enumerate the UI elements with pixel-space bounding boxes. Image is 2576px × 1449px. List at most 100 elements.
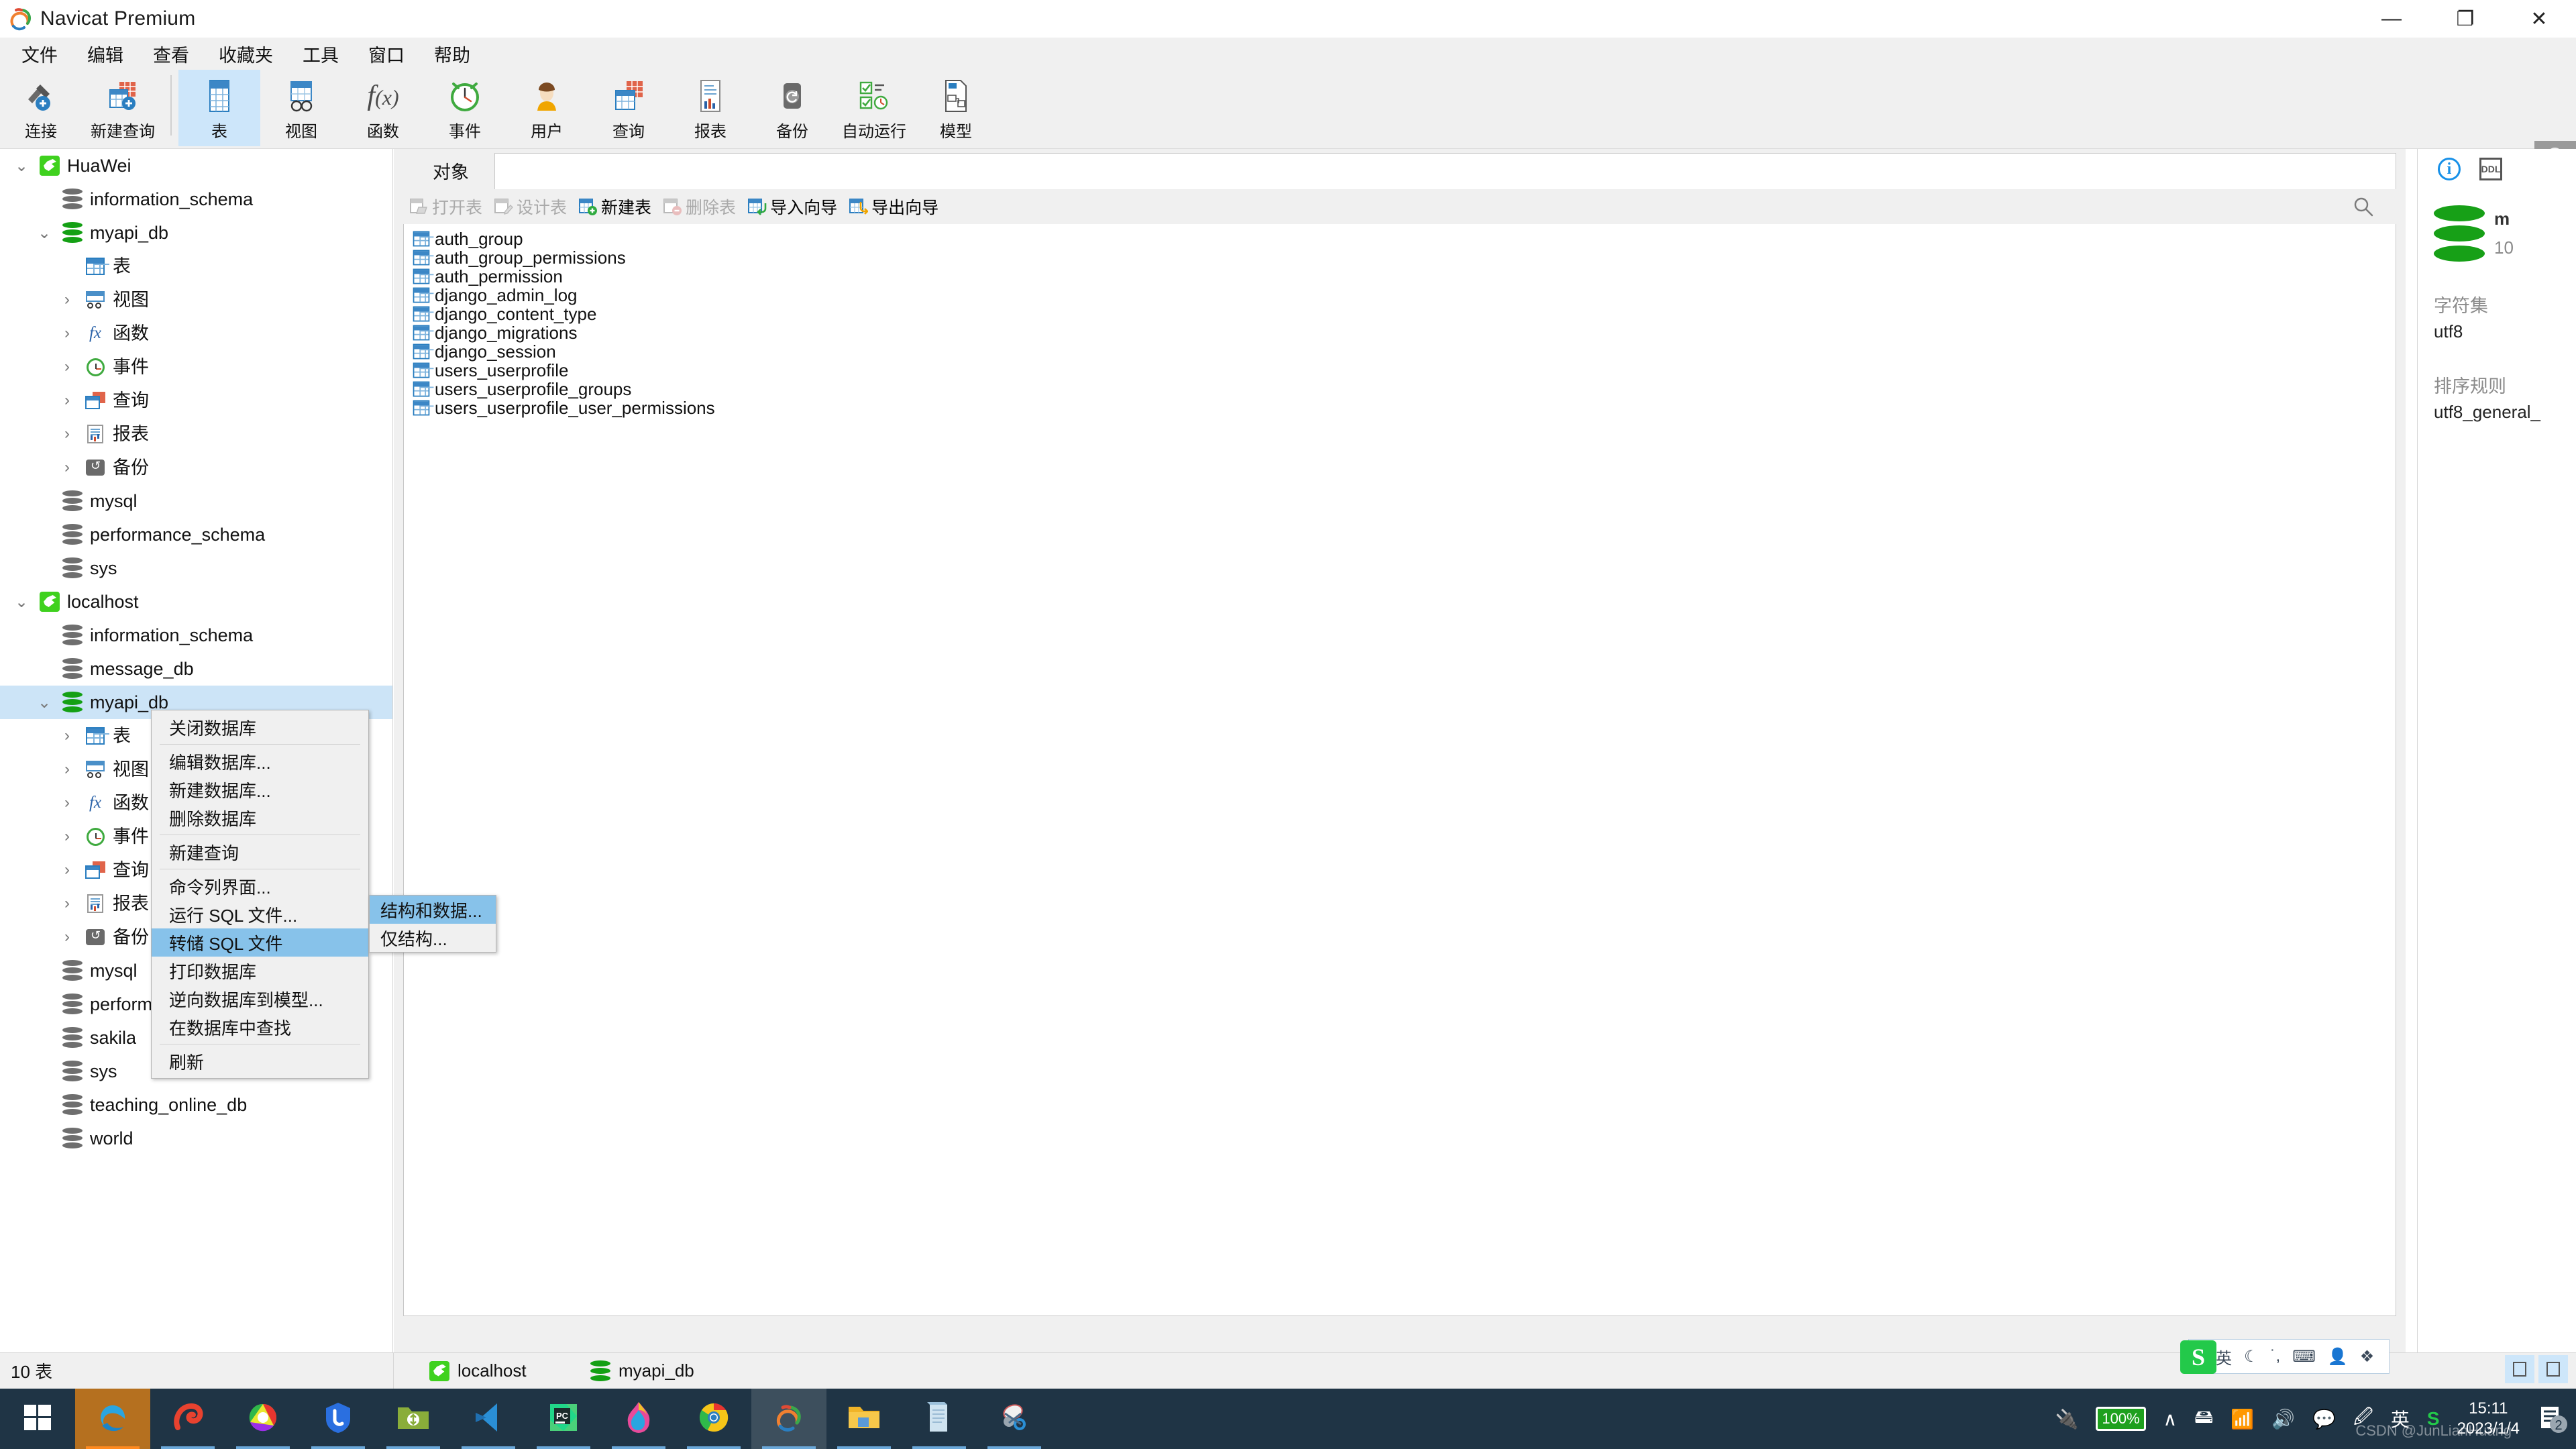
context-menu-item[interactable]: 编辑数据库... bbox=[152, 747, 368, 775]
chevron-down-icon[interactable]: ⌄ bbox=[30, 223, 59, 243]
tree-node-teaching_online_db[interactable]: teaching_online_db bbox=[0, 1088, 392, 1122]
ime-floating-bar[interactable]: 英 ☾ ˙, ⌨ 👤 ❖ bbox=[2188, 1339, 2390, 1374]
app-spiral-button[interactable] bbox=[150, 1389, 225, 1449]
toolbar-table-button[interactable]: 表 bbox=[178, 70, 260, 146]
context-menu-item[interactable]: 打印数据库 bbox=[152, 957, 368, 985]
context-menu-item[interactable]: 转储 SQL 文件 bbox=[152, 928, 368, 957]
tree-node-[interactable]: › 视图 bbox=[0, 283, 392, 317]
table-list[interactable]: auth_group auth_group_permissions auth_per… bbox=[403, 224, 2396, 1316]
menu-item-edit[interactable]: 编辑 bbox=[72, 38, 138, 70]
delete-table-button[interactable]: 删除表 bbox=[659, 193, 740, 221]
table-list-item[interactable]: django_admin_log bbox=[404, 285, 2396, 305]
chevron-right-icon[interactable]: › bbox=[52, 358, 82, 376]
chevron-right-icon[interactable]: › bbox=[52, 928, 82, 947]
ime-keyboard-icon[interactable]: ⌨ bbox=[2292, 1347, 2316, 1366]
chevron-down-icon[interactable]: ⌄ bbox=[7, 156, 36, 176]
toolbar-backup-button[interactable]: 备份 bbox=[751, 70, 833, 146]
layout-left-button[interactable] bbox=[2505, 1355, 2534, 1383]
table-list-item[interactable]: auth_group bbox=[404, 229, 2396, 249]
menu-item-window[interactable]: 窗口 bbox=[354, 38, 419, 70]
table-list-item[interactable]: users_userprofile_user_permissions bbox=[404, 398, 2396, 418]
toolbar-query-button[interactable]: 查询 bbox=[588, 70, 669, 146]
tree-node-[interactable]: › 备份 bbox=[0, 451, 392, 484]
tree-node-[interactable]: › 查询 bbox=[0, 384, 392, 417]
table-list-item[interactable]: django_migrations bbox=[404, 323, 2396, 343]
menu-item-tools[interactable]: 工具 bbox=[288, 38, 354, 70]
database-context-menu[interactable]: 关闭数据库 编辑数据库... 新建数据库... 删除数据库 新建查询 命令列界面... 运行… bbox=[151, 710, 369, 1079]
toolbar-new-query-button[interactable]: 新建查询 bbox=[82, 70, 164, 146]
toolbar-automation-button[interactable]: 自动运行 bbox=[833, 70, 915, 146]
table-list-item[interactable]: django_session bbox=[404, 341, 2396, 362]
ime-apps-icon[interactable]: ❖ bbox=[2360, 1347, 2375, 1366]
chevron-down-icon[interactable]: ⌄ bbox=[7, 592, 36, 612]
tree-node-[interactable]: › 报表 bbox=[0, 417, 392, 451]
chevron-right-icon[interactable]: › bbox=[52, 458, 82, 477]
snip-button[interactable] bbox=[977, 1389, 1052, 1449]
app-color-button[interactable] bbox=[225, 1389, 301, 1449]
context-menu-item[interactable]: 删除数据库 bbox=[152, 804, 368, 832]
ime-moon-icon[interactable]: ☾ bbox=[2244, 1347, 2259, 1366]
tree-node-performance_schema[interactable]: performance_schema bbox=[0, 518, 392, 551]
menu-item-view[interactable]: 查看 bbox=[138, 38, 204, 70]
ime-lang-toggle[interactable]: 英 bbox=[2216, 1345, 2232, 1368]
notification-center-icon[interactable]: 2 bbox=[2537, 1401, 2568, 1436]
tree-node-[interactable]: › fx 函数 bbox=[0, 317, 392, 350]
chevron-right-icon[interactable]: › bbox=[52, 425, 82, 443]
dump-sql-submenu[interactable]: 结构和数据... 仅结构... bbox=[369, 895, 496, 953]
design-table-button[interactable]: 设计表 bbox=[490, 193, 571, 221]
tree-node-sys[interactable]: sys bbox=[0, 551, 392, 585]
chevron-down-icon[interactable]: ⌄ bbox=[30, 693, 59, 712]
context-menu-item[interactable]: 关闭数据库 bbox=[152, 713, 368, 741]
info-icon[interactable]: i bbox=[2438, 158, 2461, 180]
chevron-right-icon[interactable]: › bbox=[52, 861, 82, 879]
app-folder-button[interactable] bbox=[376, 1389, 451, 1449]
tree-node-message_db[interactable]: message_db bbox=[0, 652, 392, 686]
vscode-button[interactable] bbox=[451, 1389, 526, 1449]
chevron-right-icon[interactable]: › bbox=[52, 290, 82, 309]
notepad-button[interactable] bbox=[902, 1389, 977, 1449]
menu-item-favorites[interactable]: 收藏夹 bbox=[204, 38, 288, 70]
maximize-button[interactable]: ❐ bbox=[2428, 0, 2502, 38]
tree-node-localhost[interactable]: ⌄ localhost bbox=[0, 585, 392, 619]
sogou-ime-icon[interactable]: S bbox=[2180, 1340, 2216, 1374]
context-menu-item[interactable]: 运行 SQL 文件... bbox=[152, 900, 368, 928]
menu-item-file[interactable]: 文件 bbox=[7, 38, 72, 70]
toolbar-connection-button[interactable]: 连接 bbox=[0, 70, 82, 146]
battery-icon[interactable]: 100% bbox=[2096, 1407, 2146, 1431]
toolbar-user-button[interactable]: 用户 bbox=[506, 70, 588, 146]
chevron-right-icon[interactable]: › bbox=[52, 727, 82, 745]
tree-node-mysql[interactable]: mysql bbox=[0, 484, 392, 518]
tree-node-information_schema[interactable]: information_schema bbox=[0, 619, 392, 652]
context-menu-item[interactable]: 新建查询 bbox=[152, 838, 368, 866]
toolbar-view-button[interactable]: 视图 bbox=[260, 70, 342, 146]
chevron-right-icon[interactable]: › bbox=[52, 760, 82, 779]
context-menu-item[interactable]: 刷新 bbox=[152, 1047, 368, 1075]
table-list-item[interactable]: users_userprofile_groups bbox=[404, 379, 2396, 399]
navicat-button[interactable] bbox=[751, 1389, 826, 1449]
ime-user-icon[interactable]: 👤 bbox=[2328, 1347, 2348, 1366]
power-plug-icon[interactable]: 🔌 bbox=[2055, 1408, 2078, 1430]
close-button[interactable]: ✕ bbox=[2502, 0, 2576, 38]
app-shield-button[interactable] bbox=[301, 1389, 376, 1449]
table-list-item[interactable]: auth_group_permissions bbox=[404, 248, 2396, 268]
chevron-right-icon[interactable]: › bbox=[52, 324, 82, 343]
toolbar-function-button[interactable]: f(x) 函数 bbox=[342, 70, 424, 146]
import-wizard-button[interactable]: 导入向导 bbox=[744, 193, 841, 221]
tree-node-[interactable]: › 事件 bbox=[0, 350, 392, 384]
pycharm-button[interactable]: PC bbox=[526, 1389, 601, 1449]
usb-icon[interactable]: 🖴 bbox=[2194, 1403, 2213, 1435]
new-table-button[interactable]: 新建表 bbox=[575, 193, 655, 221]
tree-node-HuaWei[interactable]: ⌄ HuaWei bbox=[0, 149, 392, 182]
table-list-item[interactable]: auth_permission bbox=[404, 266, 2396, 286]
chrome-button[interactable] bbox=[676, 1389, 751, 1449]
tree-node-information_schema[interactable]: information_schema bbox=[0, 182, 392, 216]
chevron-right-icon[interactable]: › bbox=[52, 894, 82, 913]
export-wizard-button[interactable]: 导出向导 bbox=[845, 193, 943, 221]
context-menu-item[interactable]: 逆向数据库到模型... bbox=[152, 985, 368, 1013]
app-flame-button[interactable] bbox=[601, 1389, 676, 1449]
tab-objects[interactable]: 对象 bbox=[407, 152, 494, 189]
wifi-icon[interactable]: 📶 bbox=[2231, 1408, 2254, 1430]
ddl-icon[interactable]: DDL bbox=[2479, 158, 2502, 180]
submenu-item[interactable]: 仅结构... bbox=[370, 924, 496, 952]
toolbar-event-button[interactable]: 事件 bbox=[424, 70, 506, 146]
